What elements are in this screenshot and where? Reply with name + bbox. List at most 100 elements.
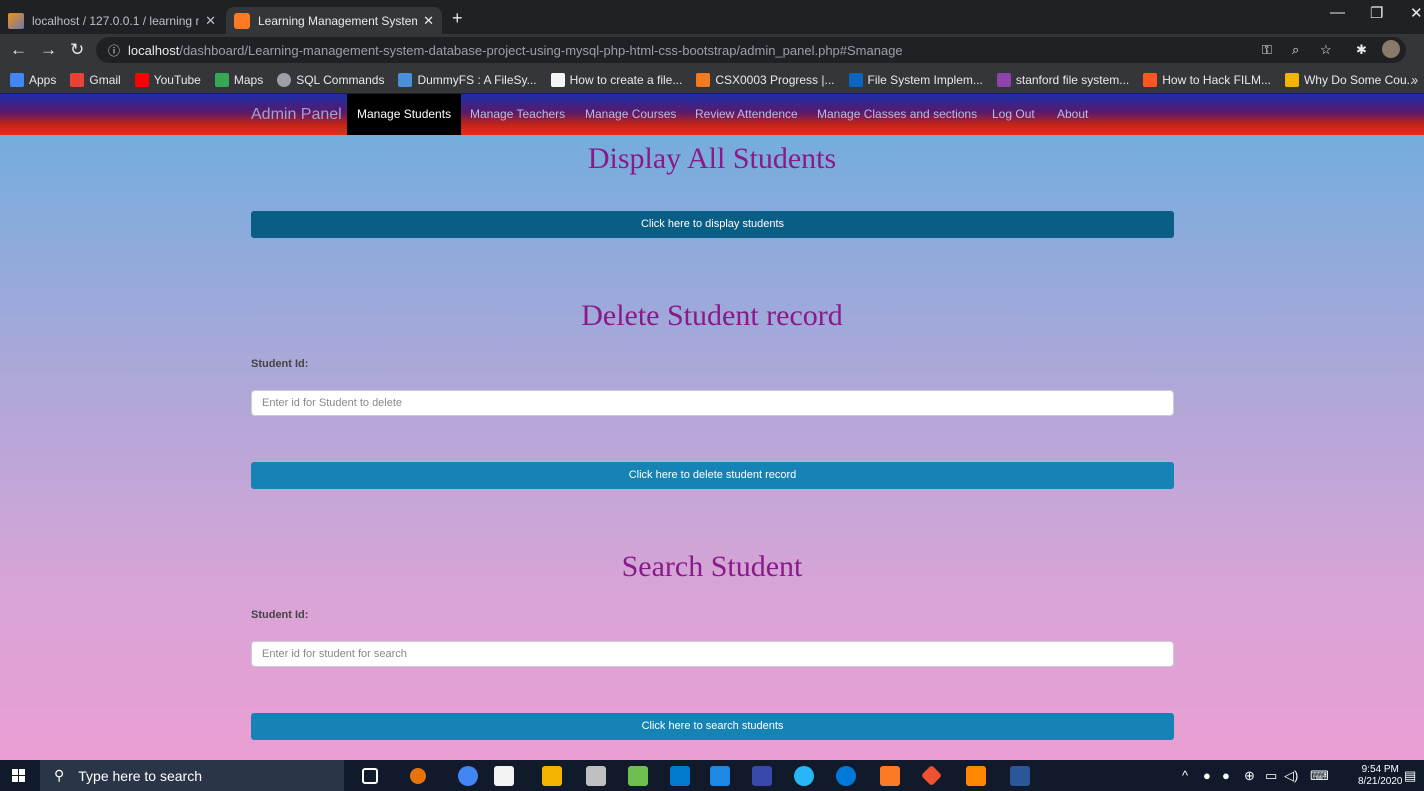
nav-manage-students[interactable]: Manage Students — [347, 94, 462, 135]
taskbar-search-placeholder: Type here to search — [78, 767, 203, 784]
linux-icon — [550, 72, 565, 87]
course-icon — [696, 72, 711, 87]
bookmark-create-file[interactable]: How to create a file... — [550, 72, 682, 87]
nav-manage-classes[interactable]: Manage Classes and sections — [817, 107, 977, 121]
bookmark-stanford[interactable]: stanford file system... — [996, 72, 1130, 87]
phpmyadmin-icon — [8, 12, 24, 29]
notepad-icon[interactable] — [628, 766, 648, 786]
delete-student-heading: Delete Student record — [581, 299, 843, 332]
realpython-icon — [398, 72, 413, 87]
delete-student-id-label: Student Id: — [251, 358, 309, 370]
restore-icon[interactable]: ❐ — [1370, 4, 1383, 22]
git-icon[interactable] — [920, 764, 943, 787]
bookmark-dummyfs[interactable]: DummyFS : A FileSy... — [398, 72, 537, 87]
admin-navbar: Admin Panel Manage Students Manage Teach… — [0, 94, 1424, 135]
volume-icon[interactable]: ◁) — [1284, 768, 1298, 784]
nav-review-attendence[interactable]: Review Attendence — [695, 107, 798, 121]
minimize-icon[interactable]: — — [1330, 4, 1345, 21]
new-tab-icon[interactable]: + — [452, 8, 463, 29]
bookmark-gmail[interactable]: Gmail — [70, 72, 121, 87]
network-icon[interactable]: ⊕ — [1244, 768, 1255, 784]
bookmark-star-icon[interactable]: ☆ — [1320, 42, 1332, 58]
gmail-icon — [70, 72, 85, 87]
address-bar[interactable]: ⓘ localhost/dashboard/Learning-managemen… — [96, 37, 1406, 63]
search-student-id-label: Student Id: — [251, 609, 309, 621]
stanford-icon — [996, 72, 1011, 87]
tray-app-icon[interactable]: ● — [1203, 768, 1211, 783]
browser-tab-phpmyadmin[interactable]: localhost / 127.0.0.1 / learning m ✕ — [0, 7, 224, 34]
clock-time: 9:54 PM — [1361, 764, 1399, 775]
bookmark-maps[interactable]: Maps — [214, 72, 263, 87]
nav-manage-teachers[interactable]: Manage Teachers — [470, 107, 565, 121]
bookmark-csx0003[interactable]: CSX0003 Progress |... — [696, 72, 835, 87]
tray-chevron-up-icon[interactable]: ^ — [1182, 768, 1188, 783]
xampp-icon[interactable] — [880, 766, 900, 786]
blogger-icon — [1143, 72, 1158, 87]
bookmark-label: Gmail — [89, 72, 121, 87]
bookmark-label: SQL Commands — [296, 72, 385, 87]
nav-log-out[interactable]: Log Out — [992, 107, 1035, 121]
browser-tab-lms[interactable]: Learning Management System ✕ — [226, 7, 442, 34]
app-icon[interactable] — [752, 766, 772, 786]
browser-tabstrip: localhost / 127.0.0.1 / learning m ✕ Lea… — [0, 0, 1424, 34]
bookmark-apps[interactable]: Apps — [10, 72, 57, 87]
search-icon: ⚲ — [54, 767, 65, 783]
delete-student-id-input[interactable]: Enter id for Student to delete — [251, 390, 1174, 416]
close-tab-icon[interactable]: ✕ — [205, 13, 216, 29]
store-icon[interactable] — [494, 766, 514, 786]
close-tab-icon[interactable]: ✕ — [423, 13, 434, 29]
forward-icon[interactable]: → — [40, 40, 57, 60]
tab-title: Learning Management System — [258, 13, 418, 28]
edge-icon[interactable] — [836, 766, 856, 786]
bookmark-hack-film[interactable]: How to Hack FILM... — [1143, 72, 1271, 87]
windows-taskbar: ⚲ Type here to search ^ ● ● ⊕ ▭ ◁) ⌨ 9:5… — [0, 760, 1424, 791]
chrome-icon[interactable] — [458, 766, 478, 786]
bookmark-label: Why Do Some Cou... — [1303, 72, 1417, 87]
youtube-icon — [134, 72, 149, 87]
tab-title: localhost / 127.0.0.1 / learning m — [32, 13, 200, 28]
battery-icon[interactable]: ▭ — [1265, 768, 1277, 784]
profile-avatar[interactable] — [1382, 40, 1400, 58]
app-icon[interactable] — [410, 768, 426, 784]
bookmark-label: File System Implem... — [867, 72, 983, 87]
notifications-icon[interactable]: ▤ — [1404, 768, 1416, 784]
bookmark-file-system[interactable]: File System Implem... — [848, 72, 983, 87]
bookmark-label: stanford file system... — [1015, 72, 1130, 87]
taskbar-search-box[interactable]: ⚲ Type here to search — [40, 760, 344, 791]
zoom-icon[interactable]: ⌕ — [1292, 42, 1299, 58]
bookmark-why-do[interactable]: Why Do Some Cou... — [1284, 72, 1417, 87]
file-explorer-icon[interactable] — [542, 766, 562, 786]
display-students-heading: Display All Students — [587, 142, 837, 175]
nav-about[interactable]: About — [1057, 107, 1088, 121]
keyboard-icon[interactable]: ⌨ — [1310, 768, 1329, 784]
app-icon[interactable] — [710, 766, 730, 786]
bookmark-label: Apps — [29, 72, 57, 87]
maps-icon — [214, 72, 229, 87]
nav-manage-courses[interactable]: Manage Courses — [585, 107, 676, 121]
more-bookmarks-icon[interactable]: » — [1411, 73, 1418, 87]
folder-icon — [1284, 72, 1299, 87]
back-icon[interactable]: ← — [10, 40, 27, 60]
telegram-icon[interactable] — [794, 766, 814, 786]
close-window-icon[interactable]: ✕ — [1410, 4, 1423, 22]
navbar-brand[interactable]: Admin Panel — [251, 106, 342, 124]
key-icon[interactable]: ⚿ — [1262, 42, 1272, 58]
vscode-icon[interactable] — [670, 766, 690, 786]
bookmark-sql-commands[interactable]: SQL Commands — [277, 72, 385, 87]
task-view-icon[interactable] — [362, 768, 378, 784]
taskbar-clock[interactable]: 9:54 PM 8/21/2020 — [1358, 764, 1403, 788]
info-icon[interactable]: ⓘ — [108, 42, 120, 59]
word-icon[interactable] — [1010, 766, 1030, 786]
search-student-heading: Search Student — [621, 550, 803, 583]
search-student-id-input[interactable]: Enter id for student for search — [251, 641, 1174, 667]
app-icon[interactable] — [586, 766, 606, 786]
display-students-button[interactable]: Click here to display students — [251, 211, 1174, 238]
vlc-icon[interactable] — [966, 766, 986, 786]
delete-student-button[interactable]: Click here to delete student record — [251, 462, 1174, 489]
bookmark-youtube[interactable]: YouTube — [134, 72, 201, 87]
search-student-button[interactable]: Click here to search students — [251, 713, 1174, 740]
reload-icon[interactable]: ↻ — [70, 40, 84, 60]
tray-app-icon[interactable]: ● — [1222, 768, 1230, 783]
extensions-icon[interactable]: ✱ — [1356, 42, 1367, 58]
windows-start-icon[interactable] — [12, 769, 26, 783]
